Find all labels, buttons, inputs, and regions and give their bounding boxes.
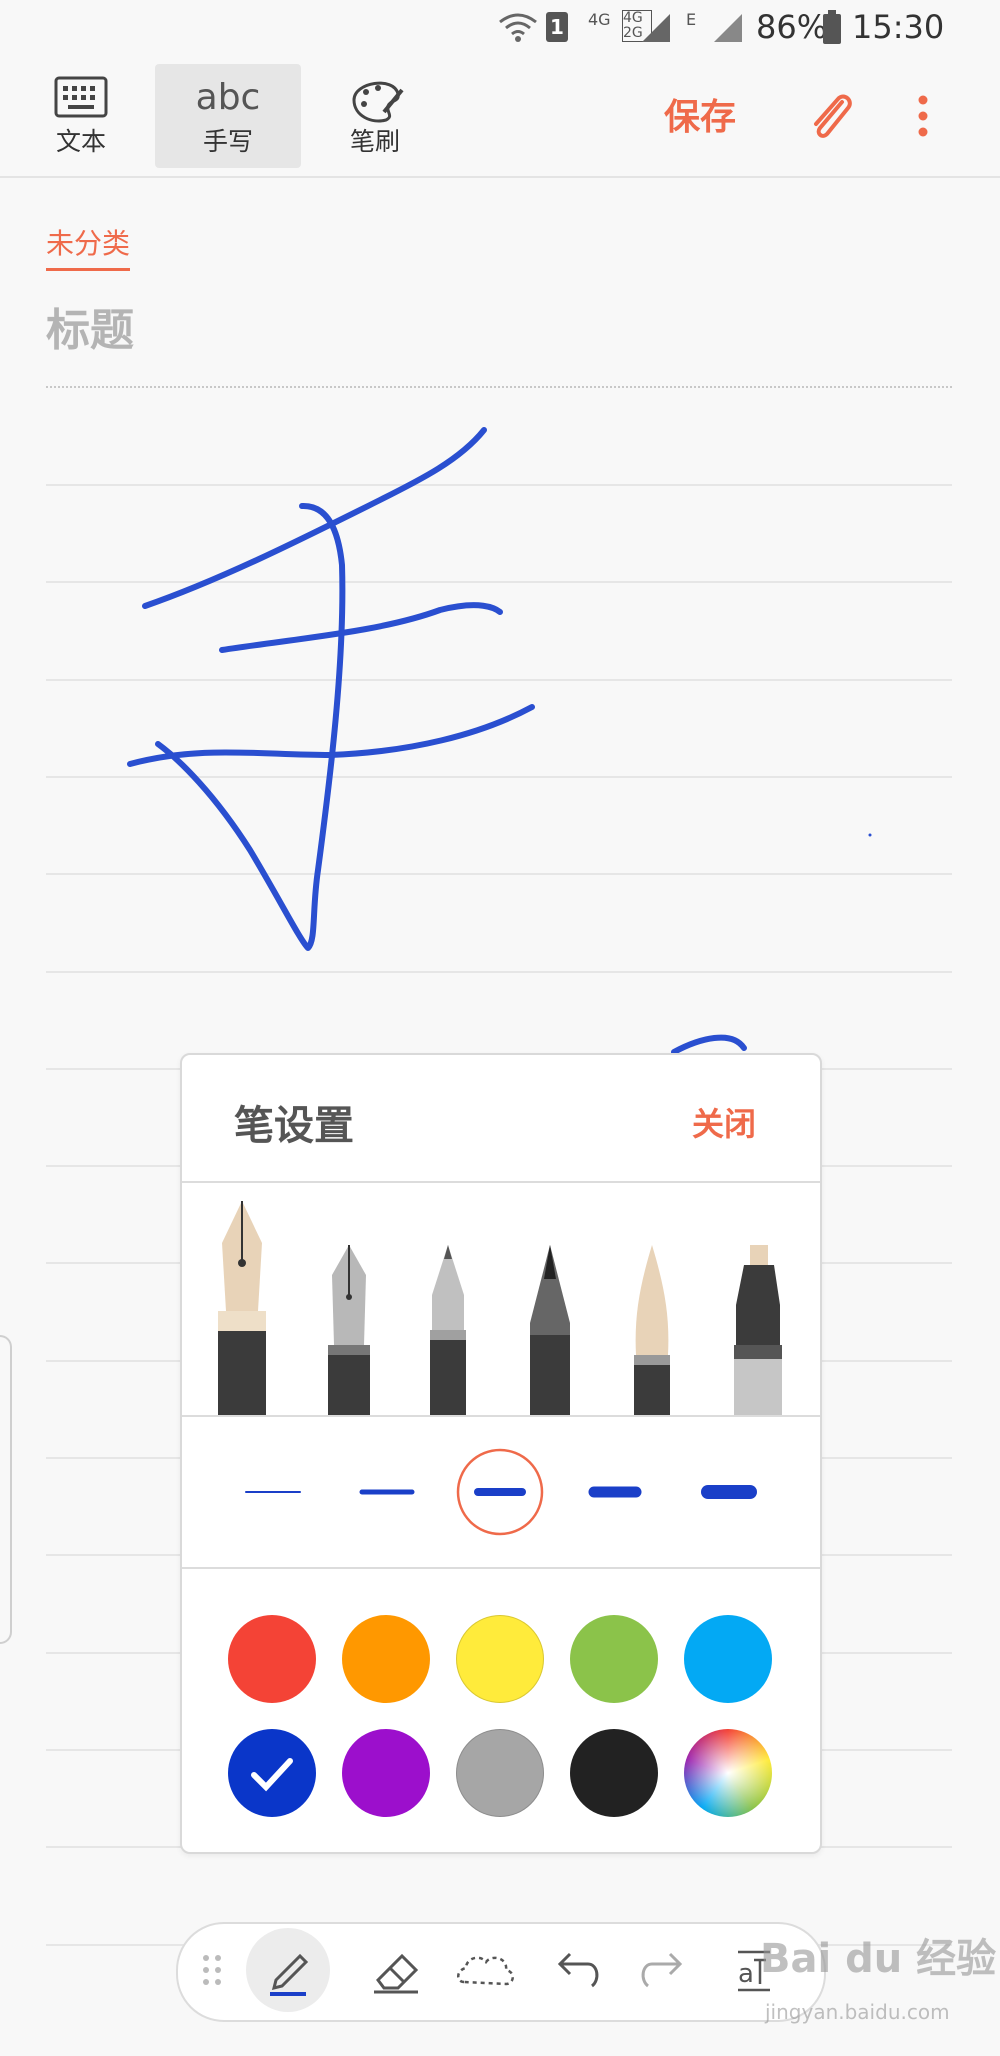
mode-text-tab[interactable]: 文本 bbox=[8, 64, 154, 168]
battery-icon bbox=[823, 10, 841, 44]
redo-icon[interactable] bbox=[624, 1930, 704, 2010]
marker-option[interactable] bbox=[730, 1245, 786, 1415]
pen-type-row bbox=[182, 1183, 820, 1415]
watermark-url: jingyan.baidu.com bbox=[765, 2000, 950, 2024]
close-button[interactable]: 关闭 bbox=[692, 1099, 756, 1145]
pen-settings-panel: 笔设置 关闭 bbox=[180, 1053, 822, 1854]
mode-text-label: 文本 bbox=[55, 127, 106, 156]
note-toolbar: 文本 abc 手写 笔刷 保存 bbox=[0, 58, 1000, 178]
title-input[interactable]: 标题 bbox=[46, 294, 134, 358]
save-button[interactable]: 保存 bbox=[664, 88, 736, 140]
clock: 15:30 bbox=[852, 8, 945, 46]
pen-settings-title: 笔设置 bbox=[234, 1103, 354, 1149]
mode-handwriting-label: 手写 bbox=[202, 127, 253, 156]
custom-color-picker[interactable] bbox=[684, 1729, 772, 1817]
color-swatch[interactable] bbox=[570, 1615, 658, 1703]
ink-dot bbox=[868, 833, 872, 837]
mode-brush-label: 笔刷 bbox=[349, 127, 400, 156]
watermark-logo: Bai du 经验 bbox=[760, 1936, 997, 1982]
check-icon bbox=[251, 1758, 293, 1792]
eraser-icon[interactable] bbox=[356, 1930, 436, 2010]
paperclip-icon[interactable] bbox=[806, 88, 856, 144]
color-swatch[interactable] bbox=[570, 1729, 658, 1817]
battery-percent: 86% bbox=[756, 8, 828, 46]
mode-brush-tab[interactable]: 笔刷 bbox=[302, 64, 448, 168]
keyboard-icon bbox=[54, 76, 108, 118]
handwriting-tool-bar: a bbox=[176, 1922, 826, 2022]
network-4g-label: 4G bbox=[588, 10, 611, 29]
pen-size-option-1[interactable] bbox=[222, 1447, 322, 1537]
brush-pen-option[interactable] bbox=[526, 1245, 574, 1415]
pen-size-option-3[interactable] bbox=[450, 1447, 550, 1537]
color-swatch[interactable] bbox=[342, 1729, 430, 1817]
handwriting-canvas[interactable] bbox=[0, 400, 1000, 1080]
pen-icon bbox=[270, 1953, 309, 1996]
paint-brush-option[interactable] bbox=[628, 1245, 676, 1415]
palette-icon bbox=[352, 81, 404, 123]
pencil-option[interactable] bbox=[426, 1245, 470, 1415]
color-palette bbox=[182, 1569, 820, 1851]
title-divider bbox=[46, 386, 952, 388]
color-swatch[interactable] bbox=[684, 1615, 772, 1703]
more-vert-icon[interactable] bbox=[908, 92, 938, 142]
pen-tool-button[interactable] bbox=[246, 1928, 330, 2012]
edge-panel-handle[interactable] bbox=[0, 1335, 12, 1644]
color-swatch[interactable] bbox=[228, 1615, 316, 1703]
signal-icon-2 bbox=[714, 14, 742, 42]
abc-handwriting-icon: abc bbox=[195, 77, 261, 118]
calligraphy-pen-option[interactable] bbox=[324, 1245, 374, 1415]
color-swatch[interactable] bbox=[456, 1729, 544, 1817]
mode-handwriting-tab[interactable]: abc 手写 bbox=[155, 64, 301, 168]
undo-icon[interactable] bbox=[536, 1930, 616, 2010]
color-swatch[interactable] bbox=[456, 1615, 544, 1703]
lasso-icon[interactable] bbox=[446, 1930, 526, 2010]
category-selector[interactable]: 未分类 bbox=[46, 222, 131, 271]
color-swatch-selected[interactable] bbox=[228, 1729, 316, 1817]
pen-size-option-5[interactable] bbox=[678, 1447, 778, 1537]
drag-handle-icon[interactable] bbox=[192, 1930, 232, 2010]
status-bar: 1 4G 4G 2G E 86% 15:30 bbox=[0, 0, 1000, 58]
ink-strokes bbox=[127, 427, 747, 1055]
pen-size-option-2[interactable] bbox=[336, 1447, 436, 1537]
network-e-label: E bbox=[686, 10, 697, 29]
pen-size-option-4[interactable] bbox=[564, 1447, 664, 1537]
signal-icon-1 bbox=[642, 14, 670, 42]
fountain-pen-option[interactable] bbox=[214, 1201, 270, 1415]
sim-slot-badge: 1 bbox=[546, 12, 568, 42]
wifi-icon bbox=[499, 13, 537, 42]
svg-text:a: a bbox=[738, 1959, 754, 1989]
pen-size-row bbox=[182, 1417, 820, 1567]
color-swatch[interactable] bbox=[342, 1615, 430, 1703]
